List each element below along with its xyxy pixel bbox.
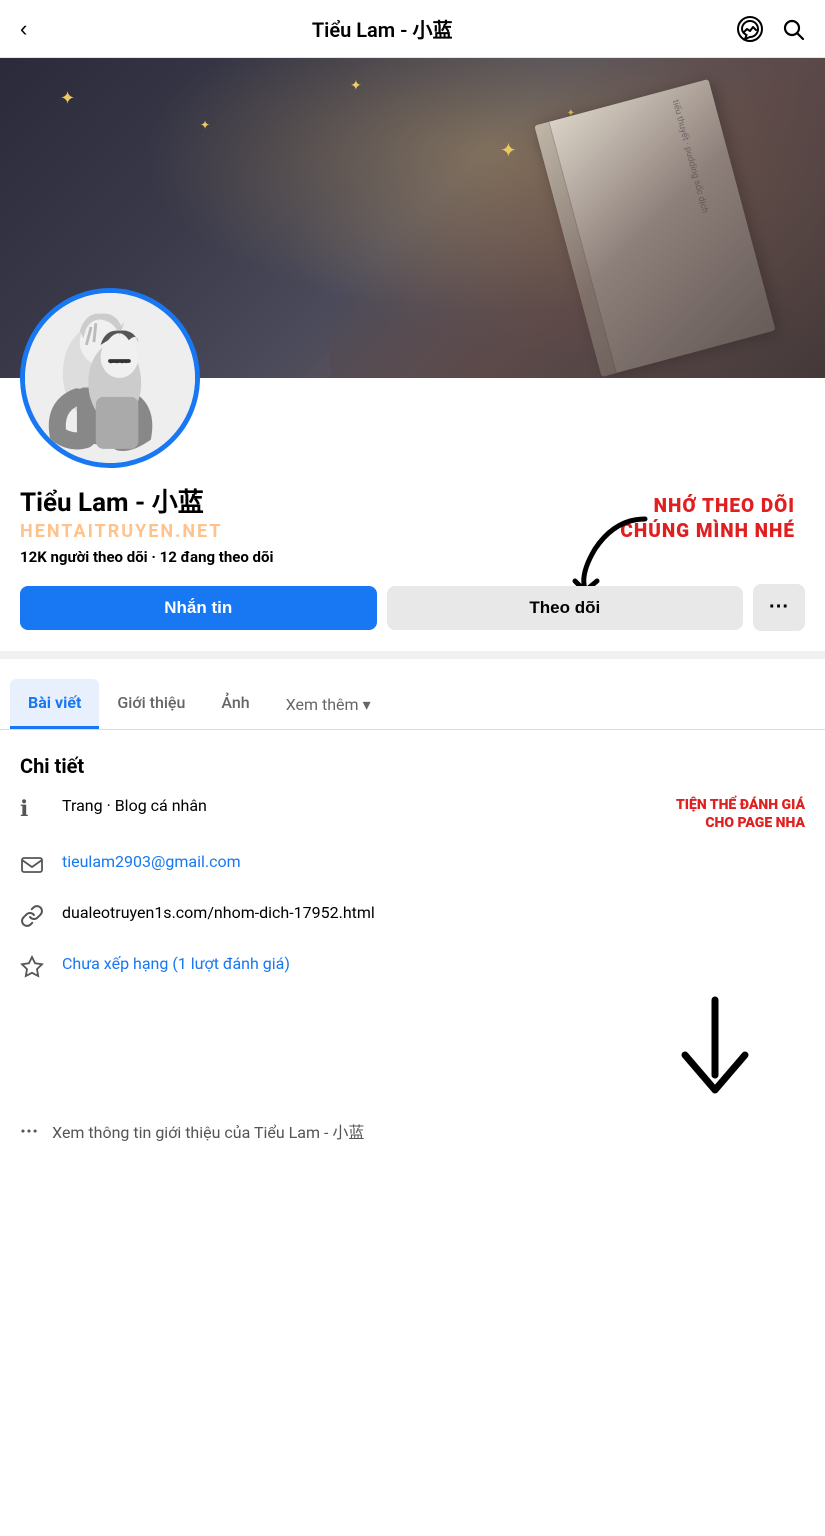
tabs-bar: Bài viết Giới thiệu Ảnh Xem thêm ▾ — [0, 679, 825, 730]
top-bar-icons — [737, 16, 805, 42]
see-more-row: ··· Xem thông tin giới thiệu của Tiểu La… — [0, 1119, 825, 1163]
messenger-icon — [737, 16, 763, 42]
separator: · — [151, 548, 159, 566]
star-icon — [20, 955, 48, 985]
search-icon — [781, 17, 805, 41]
tab-gioi-thieu[interactable]: Giới thiệu — [99, 679, 203, 729]
divider-1 — [0, 651, 825, 659]
sparkle-1: ✦ — [60, 88, 75, 109]
see-more-text[interactable]: Xem thông tin giới thiệu của Tiểu Lam - … — [52, 1119, 364, 1143]
tab-anh[interactable]: Ảnh — [203, 679, 267, 729]
tab-xem-them-label: Xem thêm — [286, 695, 359, 714]
action-buttons-row: Nhắn tin Theo dõi ··· — [20, 584, 805, 631]
detail-row-rating: Chưa xếp hạng (1 lượt đánh giá) — [20, 954, 805, 985]
chain-link-icon — [20, 904, 44, 928]
detail-page-type: Trang · Blog cá nhân — [62, 796, 662, 815]
follow-button[interactable]: Theo dõi — [387, 586, 744, 630]
link-icon — [20, 904, 48, 934]
followers-label: người theo dõi — [50, 548, 147, 566]
following-count: 12 — [160, 548, 177, 566]
chevron-down-icon: ▾ — [363, 695, 371, 714]
back-button[interactable]: ‹ — [20, 16, 27, 42]
followers-info: 12K người theo dõi · 12 đang theo dõi — [20, 548, 805, 566]
avatar-image — [25, 293, 195, 463]
detail-row-page-type: ℹ Trang · Blog cá nhân TIỆN THỂ ĐÁNH GIÁ… — [20, 796, 805, 832]
search-button[interactable] — [781, 17, 805, 41]
sparkle-2: ✦ — [200, 118, 210, 132]
tab-bai-viet[interactable]: Bài viết — [10, 679, 99, 729]
tab-xem-them[interactable]: Xem thêm ▾ — [268, 679, 389, 729]
more-options-button[interactable]: ··· — [753, 584, 805, 631]
details-section: Chi tiết ℹ Trang · Blog cá nhân TIỆN THỂ… — [0, 730, 825, 1119]
info-icon: ℹ — [20, 797, 48, 822]
envelope-icon — [20, 853, 44, 877]
detail-rating[interactable]: Chưa xếp hạng (1 lượt đánh giá) — [62, 954, 805, 973]
detail-row-email: tieulam2903@gmail.com — [20, 852, 805, 883]
star-rating-icon — [20, 955, 44, 979]
details-title: Chi tiết — [20, 754, 805, 778]
followers-count: 12K — [20, 548, 47, 566]
detail-website: dualeotruyen1s.com/nhom-dich-17952.html — [62, 903, 805, 922]
following-label: đang theo dõi — [181, 548, 274, 566]
messenger-icon-button[interactable] — [737, 16, 763, 42]
see-more-dots-icon: ··· — [20, 1119, 38, 1143]
cover-animal-shadow — [330, 58, 825, 378]
email-icon — [20, 853, 48, 883]
detail-email[interactable]: tieulam2903@gmail.com — [62, 852, 805, 871]
arrow-down-large-icon — [655, 995, 755, 1105]
avatar — [20, 288, 200, 468]
arrow-down-rating — [20, 995, 805, 1109]
action-area: NHỚ THEO DÕICHÚNG MÌNH NHÉ Nhắn tin Theo… — [20, 584, 805, 631]
annotation-danh-gia: TIỆN THỂ ĐÁNH GIÁCHO PAGE NHA — [676, 796, 805, 832]
detail-row-website: dualeotruyen1s.com/nhom-dich-17952.html — [20, 903, 805, 934]
message-button[interactable]: Nhắn tin — [20, 586, 377, 630]
top-bar: ‹ Tiểu Lam - 小蓝 — [0, 0, 825, 58]
avatar-wrapper — [20, 288, 200, 468]
page-title: Tiểu Lam - 小蓝 — [312, 14, 453, 43]
